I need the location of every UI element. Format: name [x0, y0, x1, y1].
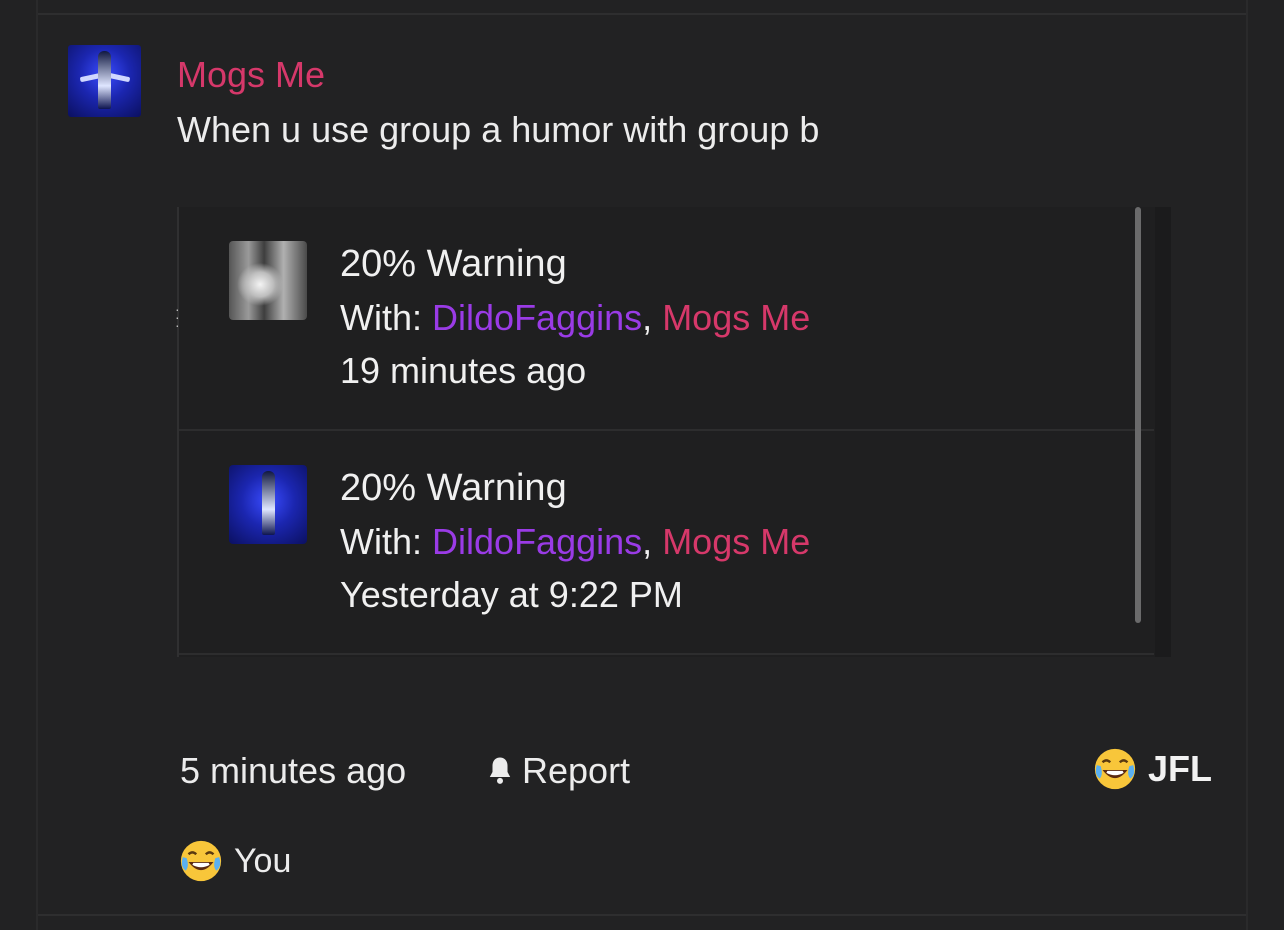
with-label: With:: [340, 521, 423, 562]
conversation-title: 20% Warning: [340, 467, 567, 509]
conversation-time: Yesterday at 9:22 PM: [340, 574, 683, 615]
reaction-label: JFL: [1147, 748, 1212, 789]
thumbnail-figure: [262, 471, 275, 535]
right-border: [1246, 0, 1248, 930]
conversation-participants: With: DildoFaggins, Mogs Me: [340, 297, 810, 339]
embed-edge-dots: · · ·: [175, 301, 180, 333]
reacted-by-list[interactable]: You: [178, 838, 291, 884]
reacted-by-name: You: [234, 841, 292, 880]
embed-right-edge: [1155, 207, 1171, 657]
avatar-figure: [98, 51, 111, 109]
author-avatar[interactable]: [68, 45, 141, 117]
embedded-screenshot: · · · 20% Warning With: DildoFaggins, Mogs…: [175, 207, 1171, 657]
conversation-participants: With: DildoFaggins, Mogs Me: [340, 521, 810, 563]
report-button[interactable]: Report: [482, 750, 630, 792]
conversation-thumbnail: [229, 465, 307, 544]
participant-name: Mogs Me: [662, 297, 811, 338]
participant-name: DildoFaggins: [432, 297, 643, 338]
top-divider: [38, 13, 1246, 15]
bell-icon: [489, 757, 511, 784]
avatar-figure-arm: [107, 72, 131, 83]
participant-name: DildoFaggins: [432, 521, 643, 562]
left-border: [36, 0, 38, 930]
participant-separator: ,: [642, 297, 653, 338]
crying-laughing-emoji-icon: [1094, 748, 1136, 790]
report-label: Report: [522, 750, 631, 791]
with-label: With:: [340, 297, 423, 338]
post-message: When u use group a humor with group b: [177, 109, 820, 150]
conversation-item: 20% Warning With: DildoFaggins, Mogs Me …: [179, 207, 1154, 431]
author-name[interactable]: Mogs Me: [177, 54, 325, 96]
bottom-divider: [38, 914, 1246, 916]
conversation-thumbnail: [229, 241, 307, 320]
post-timestamp[interactable]: 5 minutes ago: [180, 750, 406, 792]
conversation-time: 19 minutes ago: [340, 350, 587, 391]
embed-scrollbar: [1135, 207, 1141, 623]
post-page: Mogs Me When u use group a humor with gr…: [0, 0, 1284, 930]
crying-laughing-emoji-icon: [180, 840, 222, 882]
reaction-summary[interactable]: JFL: [1092, 746, 1212, 792]
participant-separator: ,: [642, 521, 653, 562]
participant-name: Mogs Me: [662, 521, 811, 562]
conversation-title: 20% Warning: [340, 243, 567, 285]
conversation-item: 20% Warning With: DildoFaggins, Mogs Me …: [179, 431, 1154, 655]
